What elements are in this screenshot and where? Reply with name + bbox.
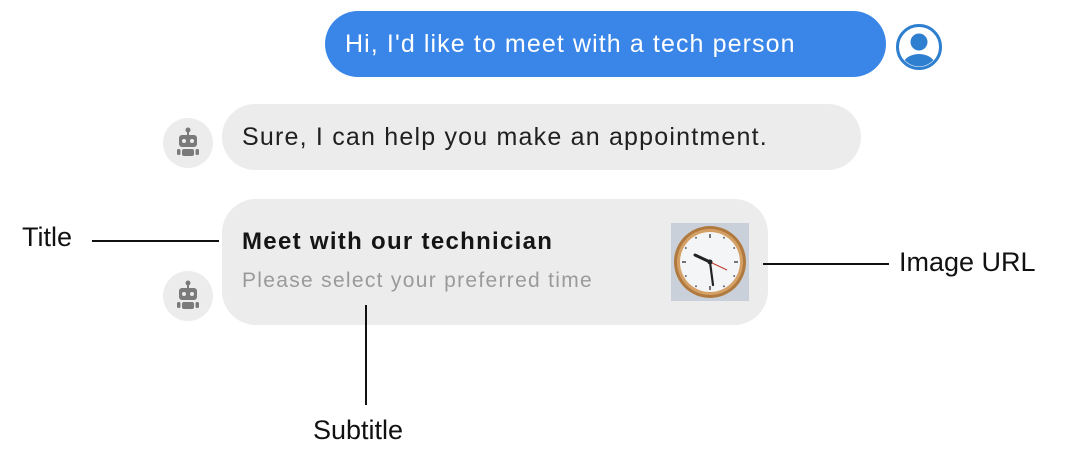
robot-avatar-icon [163,118,213,168]
robot-avatar-icon [163,271,213,321]
title-leader-line [92,240,219,242]
user-avatar-icon [896,24,942,70]
appointment-card[interactable]: Meet with our technician Please select y… [222,199,768,325]
subtitle-annotation-label: Subtitle [313,415,404,445]
wall-clock-image [671,223,749,301]
image-url-leader-line [763,263,889,265]
card-title: Meet with our technician [242,228,554,255]
subtitle-leader-line [365,305,367,405]
title-annotation-label: Title [22,222,73,252]
bot-message-bubble: Sure, I can help you make an appointment… [222,104,861,170]
card-subtitle: Please select your preferred time [242,269,594,292]
user-message-bubble: Hi, I'd like to meet with a tech person [325,11,886,77]
image-url-annotation-label: Image URL [899,247,1036,277]
